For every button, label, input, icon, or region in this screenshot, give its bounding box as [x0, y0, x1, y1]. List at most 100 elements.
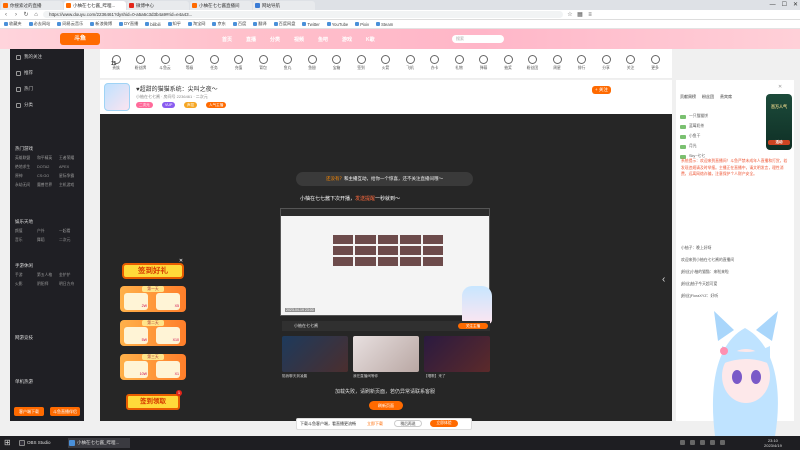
promo-link[interactable]: 发送提醒: [355, 196, 375, 202]
close-window-button[interactable]: ✕: [793, 0, 798, 10]
url-input[interactable]: https://www.douyu.com/2236461?dyshid=0-a…: [43, 11, 563, 18]
toast-go-button[interactable]: 立即体验: [430, 420, 458, 427]
nav-video[interactable]: 视频: [294, 36, 304, 43]
nav-home[interactable]: 首页: [222, 36, 232, 43]
sidebar-item-category[interactable]: 分类: [16, 102, 33, 108]
function-item[interactable]: 鱼丸: [276, 55, 300, 71]
bookmark-item[interactable]: Twitter: [302, 22, 320, 27]
function-item[interactable]: 弹幕: [472, 55, 496, 71]
nav-category[interactable]: 分类: [270, 36, 280, 43]
bookmark-item[interactable]: Pixiv: [355, 22, 369, 27]
chevron-left-icon[interactable]: ‹: [662, 274, 665, 285]
toast-link[interactable]: 立即下载: [367, 421, 383, 427]
function-item[interactable]: 更多: [643, 55, 667, 71]
sidebar-category-link[interactable]: 阴阳师: [37, 282, 59, 287]
network-icon[interactable]: [700, 440, 705, 445]
bookmark-item[interactable]: 新浪微博: [90, 21, 112, 27]
nav-games[interactable]: 游戏: [342, 36, 352, 43]
notice-link[interactable]: 和主播互动: [344, 176, 367, 181]
bookmark-item[interactable]: 翻译: [253, 21, 267, 27]
toast-later-button[interactable]: 稍后再说: [394, 420, 422, 427]
sidebar-category-link[interactable]: 原神: [15, 174, 37, 179]
function-item[interactable]: 背包: [251, 55, 275, 71]
browser-tab[interactable]: 小柚在七七酱直播间: [190, 1, 252, 10]
maximize-button[interactable]: ☐: [782, 0, 787, 10]
minimize-button[interactable]: —: [770, 0, 776, 10]
room-tag[interactable]: 人气主播: [206, 102, 227, 108]
stream-companion-button[interactable]: 斗鱼直播伴侣: [50, 407, 80, 416]
recommend-follow-button[interactable]: 关注主播: [458, 323, 488, 329]
sidebar-category-link[interactable]: 金铲铲: [59, 273, 81, 278]
sidebar-category-link[interactable]: 主机游戏: [59, 183, 81, 188]
close-icon[interactable]: ✕: [778, 84, 782, 90]
browser-tab[interactable]: 网站导航: [253, 1, 315, 10]
rank-row[interactable]: 蓝莓奶茶: [680, 124, 704, 129]
bookmark-item[interactable]: DY直播: [119, 21, 138, 27]
forward-icon[interactable]: ›: [13, 12, 19, 18]
ime-icon[interactable]: [720, 440, 725, 445]
bookmark-item[interactable]: YouTube: [326, 22, 348, 27]
rank-row[interactable]: 一只猫猫饼: [680, 114, 708, 119]
function-item[interactable]: 鱼翅: [300, 55, 324, 71]
follow-button[interactable]: + 关注: [592, 86, 611, 94]
recommend-streamer-name[interactable]: 小柚在七七酱: [294, 323, 318, 329]
function-item[interactable]: 礼物: [447, 55, 471, 71]
sidebar-category-link[interactable]: 舞蹈: [37, 238, 59, 243]
room-tag[interactable]: 声控: [184, 102, 198, 108]
client-download-button[interactable]: 客户端下载: [14, 407, 44, 416]
rank-row[interactable]: 月光: [680, 144, 697, 149]
browser-tab[interactable]: 微博中心: [127, 1, 189, 10]
home-icon[interactable]: ⌂: [33, 12, 39, 18]
bookmark-item[interactable]: 京东: [212, 21, 226, 27]
taskbar-app-browser[interactable]: 小柚在七七酱_哔哩...: [68, 438, 130, 448]
function-item[interactable]: 签到: [349, 55, 373, 71]
nav-yuba[interactable]: 鱼吧: [318, 36, 328, 43]
room-tag[interactable]: VUP: [162, 102, 176, 108]
sidebar-category-link[interactable]: 户外: [37, 229, 59, 234]
tab-week-rank[interactable]: 贡献周榜: [680, 94, 696, 100]
nav-ksong[interactable]: K歌: [366, 36, 375, 43]
sidebar-category-link[interactable]: 魔兽世界: [37, 183, 59, 188]
function-item[interactable]: 火箭: [374, 55, 398, 71]
site-search-input[interactable]: 搜索: [452, 35, 504, 43]
browser-tab[interactable]: 你搜索过的直播: [1, 1, 63, 10]
extensions-icon[interactable]: ▦: [577, 11, 583, 18]
sidebar-item-hot[interactable]: 热门: [16, 86, 33, 92]
event-badge[interactable]: 百万人气 活动: [766, 94, 792, 150]
bookmark-item[interactable]: 百度网盘: [273, 21, 295, 27]
site-logo[interactable]: 斗鱼: [60, 33, 100, 45]
reload-icon[interactable]: ↻: [23, 11, 29, 18]
menu-icon[interactable]: ≡: [587, 12, 593, 18]
sidebar-category-link[interactable]: 火影: [15, 282, 37, 287]
recommend-card[interactable]: 【唱歌】来了: [424, 336, 490, 384]
refresh-button[interactable]: 刷新页面: [369, 401, 403, 410]
function-item[interactable]: 粉丝团: [521, 55, 545, 71]
sidebar-item-follow[interactable]: 我的关注: [16, 54, 42, 60]
recommend-card[interactable]: 我在直播间等你: [353, 336, 419, 384]
function-item[interactable]: 飞机: [398, 55, 422, 71]
sidebar-category-link[interactable]: 一起看: [59, 229, 81, 234]
sidebar-category-link[interactable]: 明日方舟: [59, 282, 81, 287]
tray-icon[interactable]: [690, 440, 695, 445]
sidebar-category-link[interactable]: 第五人格: [37, 273, 59, 278]
bookmark-item[interactable]: 知乎: [167, 21, 181, 27]
bookmark-item[interactable]: bilibili: [145, 22, 161, 27]
function-item[interactable]: 充值: [227, 55, 251, 71]
start-button[interactable]: ⊞: [4, 438, 14, 448]
star-icon[interactable]: ☆: [567, 11, 573, 18]
sidebar-category-link[interactable]: 颜值: [15, 229, 37, 234]
function-item[interactable]: 粉丝牌: [129, 55, 153, 71]
back-icon[interactable]: ‹: [3, 12, 9, 18]
function-item[interactable]: 等级: [178, 55, 202, 71]
sidebar-category-link[interactable]: 音乐: [15, 238, 37, 243]
function-item[interactable]: 关注: [619, 55, 643, 71]
function-item[interactable]: 排行: [570, 55, 594, 71]
function-item[interactable]: 抽奖: [496, 55, 520, 71]
sidebar-item-recommend[interactable]: 推荐: [16, 70, 33, 76]
bookmark-item[interactable]: 网易云音乐: [57, 21, 83, 27]
sidebar-category-link[interactable]: 二次元: [59, 238, 81, 243]
function-item[interactable]: 周星: [545, 55, 569, 71]
taskbar-app-obs[interactable]: OBS Studio: [18, 438, 62, 448]
streamer-avatar[interactable]: [104, 83, 130, 111]
browser-tab-active[interactable]: 小柚在七七酱_哔哩...: [64, 1, 126, 10]
